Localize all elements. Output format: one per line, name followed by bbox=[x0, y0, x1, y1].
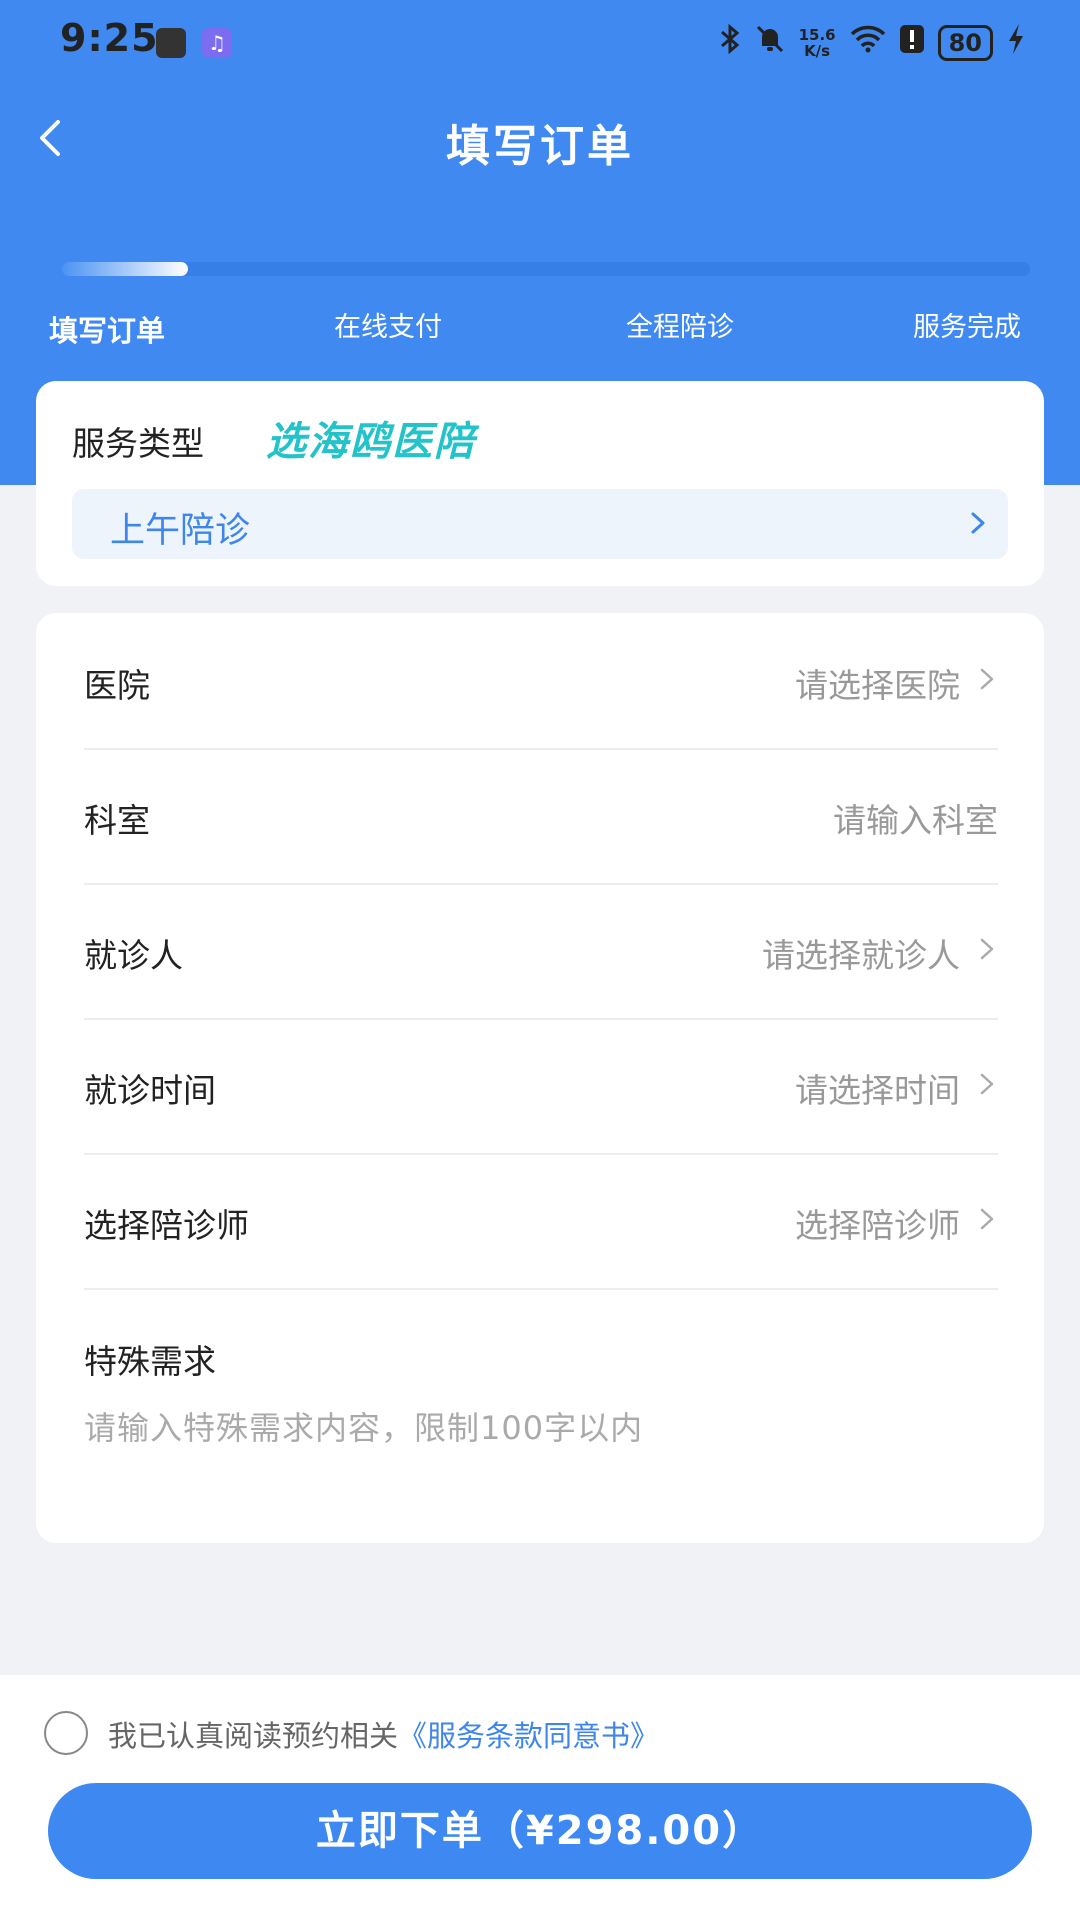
hospital-label: 医院 bbox=[84, 666, 150, 705]
progress-track bbox=[62, 262, 1030, 276]
agreement-checkbox[interactable] bbox=[44, 1711, 88, 1755]
battery-icon: 80 bbox=[937, 25, 993, 61]
network-speed-value: 15.6 bbox=[798, 26, 836, 44]
step-online-pay: 在线支付 bbox=[334, 312, 442, 343]
chevron-right-icon bbox=[976, 938, 998, 960]
alert-icon bbox=[899, 25, 924, 61]
agreement-text: 我已认真阅读预约相关《服务条款同意书》 bbox=[108, 1713, 659, 1755]
agreement-label: 我已认真阅读预约相关 bbox=[108, 1719, 399, 1753]
chevron-right-icon bbox=[976, 668, 998, 690]
service-type-card: 服务类型 选海鸥医陪 上午陪诊 bbox=[36, 381, 1044, 586]
step-complete: 服务完成 bbox=[913, 312, 1021, 343]
bottom-bar: 我已认真阅读预约相关《服务条款同意书》 立即下单（¥298.00） bbox=[0, 1675, 1080, 1920]
app-badge-icon bbox=[156, 28, 186, 58]
status-icons: 15.6 K/s 80 bbox=[719, 22, 1025, 64]
patient-row[interactable]: 就诊人 请选择就诊人 bbox=[84, 883, 998, 1020]
department-label: 科室 bbox=[84, 801, 150, 840]
service-type-label: 服务类型 bbox=[72, 424, 204, 463]
step-fill-order: 填写订单 bbox=[49, 314, 166, 348]
network-speed-unit: K/s bbox=[804, 42, 831, 60]
charging-icon bbox=[1007, 24, 1025, 62]
special-needs-label: 特殊需求 bbox=[84, 1342, 216, 1381]
terms-link[interactable]: 《服务条款同意书》 bbox=[398, 1719, 659, 1753]
department-row[interactable]: 科室 请输入科室 bbox=[84, 748, 998, 885]
escort-row[interactable]: 选择陪诊师 选择陪诊师 bbox=[84, 1153, 998, 1290]
hospital-select[interactable]: 请选择医院 bbox=[795, 659, 960, 707]
department-input[interactable]: 请输入科室 bbox=[833, 794, 998, 842]
escort-select[interactable]: 选择陪诊师 bbox=[795, 1199, 960, 1247]
escort-label: 选择陪诊师 bbox=[84, 1206, 249, 1245]
chevron-right-icon bbox=[976, 1208, 998, 1230]
chevron-right-icon bbox=[966, 511, 990, 535]
bluetooth-icon bbox=[719, 23, 741, 62]
status-bar: 9:25 ♫ 15.6 K/s 80 bbox=[0, 0, 1080, 86]
special-needs-input[interactable]: 请输入特殊需求内容，限制100字以内 bbox=[84, 1403, 643, 1449]
visit-time-label: 就诊时间 bbox=[84, 1071, 216, 1110]
page-title: 填写订单 bbox=[446, 121, 634, 172]
status-time: 9:25 bbox=[60, 16, 159, 60]
submit-order-button[interactable]: 立即下单（¥298.00） bbox=[48, 1783, 1032, 1879]
brand-logo: 选海鸥医陪 bbox=[266, 419, 476, 465]
patient-select[interactable]: 请选择就诊人 bbox=[762, 929, 960, 977]
order-form-card: 医院 请选择医院 科室 请输入科室 就诊人 请选择就诊人 就诊时间 请选择时间 … bbox=[36, 613, 1044, 1543]
mute-bell-icon bbox=[755, 24, 785, 62]
music-app-icon: ♫ bbox=[202, 28, 232, 58]
step-escort: 全程陪诊 bbox=[626, 312, 734, 343]
network-speed: 15.6 K/s bbox=[799, 27, 836, 59]
wifi-icon bbox=[850, 25, 886, 61]
chevron-right-icon bbox=[976, 1073, 998, 1095]
visit-time-select[interactable]: 请选择时间 bbox=[795, 1064, 960, 1112]
visit-time-row[interactable]: 就诊时间 请选择时间 bbox=[84, 1018, 998, 1155]
hospital-row[interactable]: 医院 请选择医院 bbox=[84, 613, 998, 750]
patient-label: 就诊人 bbox=[84, 936, 183, 975]
service-type-value: 上午陪诊 bbox=[110, 511, 251, 551]
service-type-select[interactable]: 上午陪诊 bbox=[72, 489, 1008, 559]
progress-fill bbox=[62, 262, 188, 276]
